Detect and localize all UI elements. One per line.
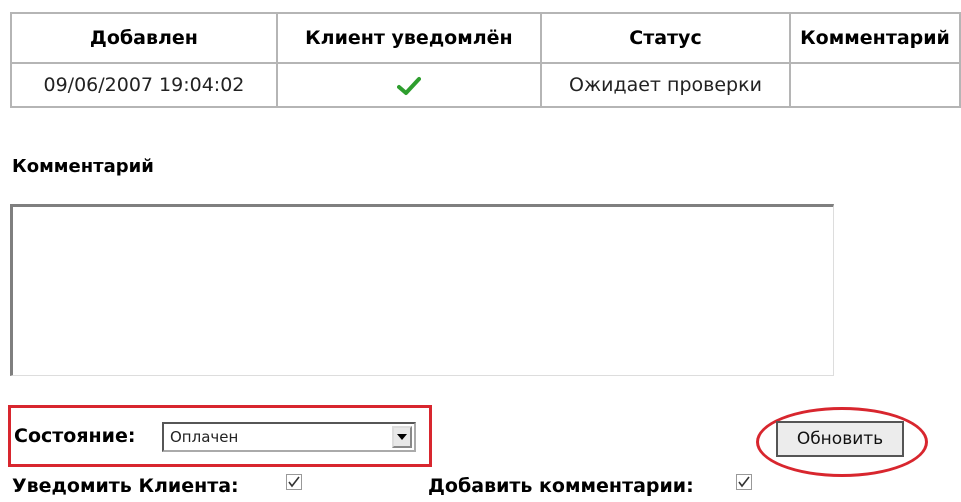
notify-client-checkbox[interactable] [286,474,302,490]
chevron-down-icon[interactable] [392,426,412,448]
cell-client-notified [275,62,542,108]
order-history-table: Добавлен Клиент уведомлён Статус Коммент… [10,12,961,108]
header-added: Добавлен [10,12,278,64]
status-select[interactable]: Оплачен [162,422,416,452]
checkbox-check-icon [738,476,750,488]
header-comment: Комментарий [789,12,961,64]
table-row: 09/06/2007 19:04:02 Ожидает проверки [10,62,961,108]
comment-textarea[interactable] [10,204,834,376]
add-comment-checkbox[interactable] [736,474,752,490]
cell-added: 09/06/2007 19:04:02 [10,62,278,108]
cell-comment [789,62,961,108]
header-status: Статус [539,12,792,64]
notify-client-label: Уведомить Клиента: [12,475,239,497]
comment-heading: Комментарий [12,156,154,177]
update-button[interactable]: Обновить [776,421,904,457]
status-select-value: Оплачен [170,428,239,446]
table-header-row: Добавлен Клиент уведомлён Статус Коммент… [10,12,961,64]
add-comment-label: Добавить комментарии: [428,475,694,497]
check-icon [396,76,421,96]
header-client-notified: Клиент уведомлён [275,12,542,64]
status-label: Состояние: [14,425,136,447]
checkbox-check-icon [288,476,300,488]
cell-status: Ожидает проверки [539,62,792,108]
